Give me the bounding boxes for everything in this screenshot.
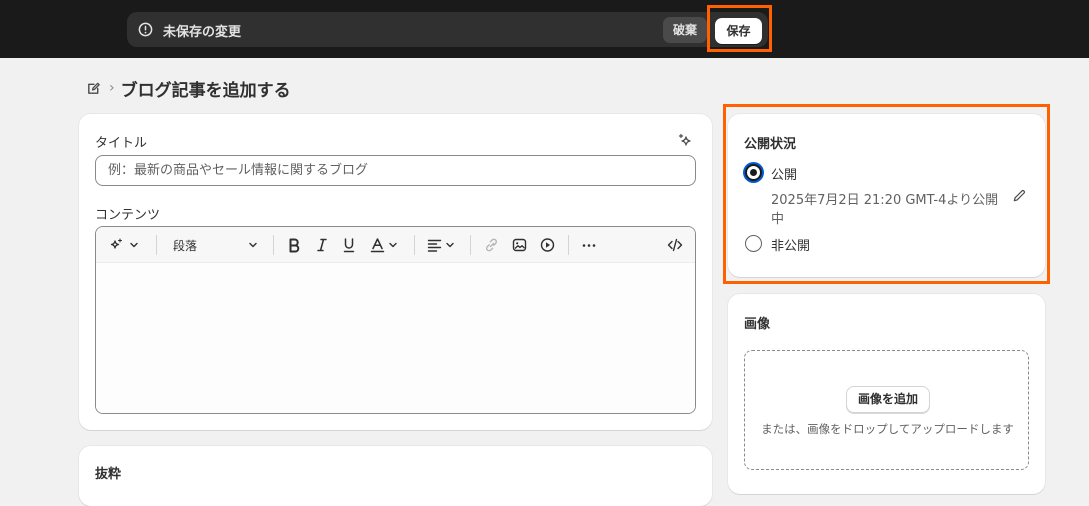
option-private-label[interactable]: 非公開 xyxy=(771,235,810,254)
content-label: コンテンツ xyxy=(95,208,161,223)
add-image-button[interactable]: 画像を追加 xyxy=(846,386,930,413)
more-horizontal-icon xyxy=(582,244,596,247)
visibility-heading: 公開状況 xyxy=(744,137,797,152)
image-heading: 画像 xyxy=(744,317,771,332)
image-dropzone[interactable]: 画像を追加 または、画像をドロップしてアップロードします xyxy=(744,350,1029,470)
text-color-icon xyxy=(370,238,385,253)
image-icon xyxy=(512,238,527,252)
page-header: › ブログ記事を追加する xyxy=(86,76,291,101)
bold-icon xyxy=(289,238,300,253)
play-circle-icon xyxy=(540,238,555,252)
chevron-down-icon xyxy=(389,242,397,248)
radio-private[interactable] xyxy=(745,235,762,252)
toolbar-divider xyxy=(414,235,415,255)
post-content-card: タイトル コンテンツ 段落 xyxy=(79,114,712,430)
paragraph-style-dropdown[interactable]: 段落 xyxy=(173,236,259,254)
edit-pencil-icon[interactable] xyxy=(1012,188,1027,203)
code-icon xyxy=(667,238,683,252)
page-title: ブログ記事を追加する xyxy=(120,80,291,101)
excerpt-heading: 抜粋 xyxy=(95,467,122,482)
ai-generate-dropdown[interactable] xyxy=(108,236,140,254)
align-dropdown[interactable] xyxy=(427,236,456,254)
toolbar-divider xyxy=(470,235,471,255)
rich-text-editor: 段落 xyxy=(95,226,696,414)
chevron-down-icon xyxy=(130,242,138,248)
contextual-save-bar: 未保存の変更 破棄 xyxy=(127,12,768,47)
alert-circle-icon xyxy=(138,22,153,37)
dropzone-hint: または、画像をドロップしてアップロードします xyxy=(761,422,1014,436)
italic-icon xyxy=(317,238,327,252)
top-bar: 未保存の変更 破棄 保存 xyxy=(0,0,1089,58)
breadcrumb-chevron: › xyxy=(109,80,115,96)
more-options-button[interactable] xyxy=(581,236,597,254)
link-icon xyxy=(486,238,497,252)
underline-button[interactable] xyxy=(342,236,356,254)
save-button[interactable]: 保存 xyxy=(715,18,762,44)
toolbar-divider xyxy=(156,235,157,255)
text-color-dropdown[interactable] xyxy=(370,236,399,254)
toolbar-divider xyxy=(568,235,569,255)
insert-video-button[interactable] xyxy=(540,236,555,254)
sparkle-icon xyxy=(110,238,123,249)
underline-icon xyxy=(343,238,355,253)
show-html-button[interactable] xyxy=(667,236,683,254)
align-left-icon xyxy=(427,239,442,252)
ai-sparkle-icon[interactable] xyxy=(677,132,695,150)
bold-button[interactable] xyxy=(287,236,301,254)
editor-toolbar: 段落 xyxy=(96,227,695,263)
publish-schedule-text-continued: 中 xyxy=(771,212,785,227)
title-label: タイトル xyxy=(95,136,148,151)
option-public-label[interactable]: 公開 xyxy=(771,164,797,183)
publish-schedule-text: 2025年7月2日 21:20 GMT-4より公開 xyxy=(771,193,999,208)
visibility-card: 公開状況 公開 2025年7月2日 21:20 GMT-4より公開 中 非公開 xyxy=(728,114,1045,277)
title-input[interactable] xyxy=(95,155,696,186)
paragraph-style-label: 段落 xyxy=(173,238,198,253)
unsaved-changes-message: 未保存の変更 xyxy=(163,25,242,40)
chevron-down-icon xyxy=(249,242,257,248)
editor-content-area[interactable] xyxy=(96,263,695,413)
insert-image-button[interactable] xyxy=(512,236,527,254)
chevron-down-icon xyxy=(446,242,454,248)
discard-button[interactable]: 破棄 xyxy=(663,17,707,43)
radio-public[interactable] xyxy=(745,164,762,181)
toolbar-divider xyxy=(273,235,274,255)
image-card: 画像 画像を追加 または、画像をドロップしてアップロードします xyxy=(728,294,1045,494)
link-button[interactable] xyxy=(484,236,499,254)
italic-button[interactable] xyxy=(315,236,329,254)
excerpt-card: 抜粋 xyxy=(79,446,712,506)
edit-page-icon[interactable] xyxy=(86,81,101,96)
